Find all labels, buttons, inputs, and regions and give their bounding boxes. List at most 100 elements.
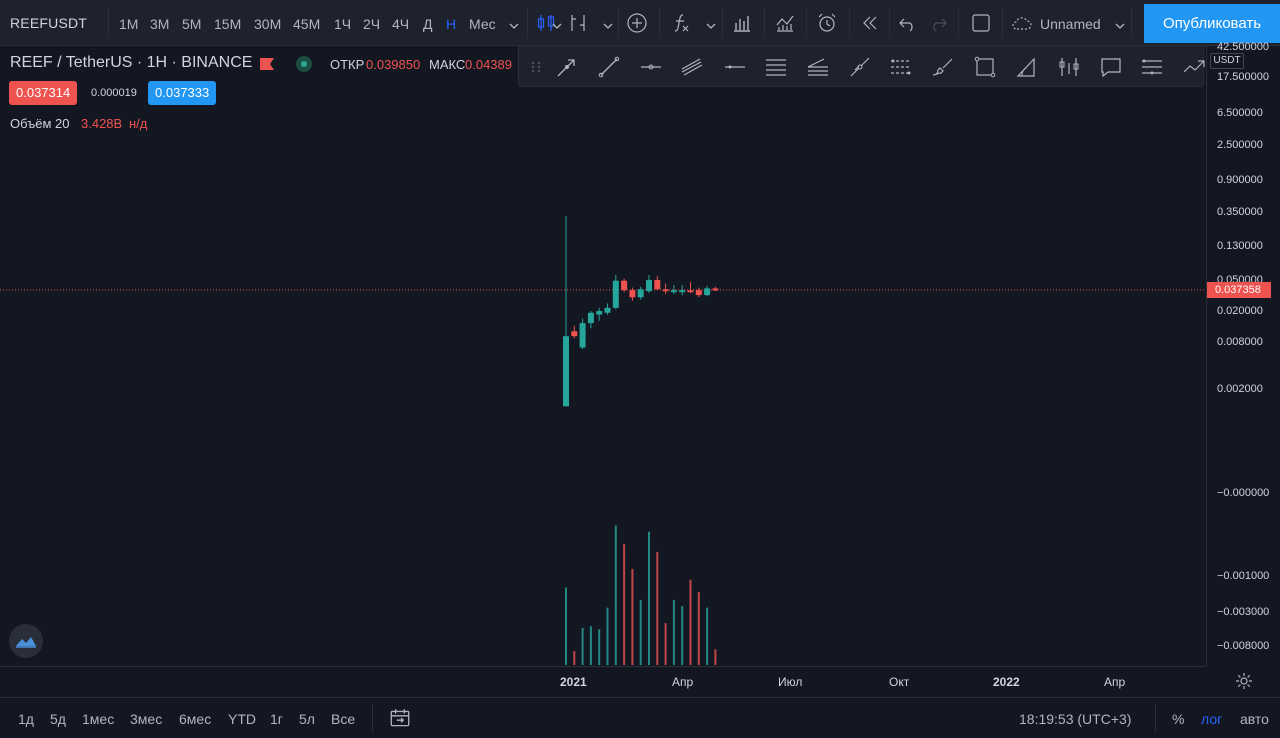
chevron-down-icon[interactable] xyxy=(509,18,519,29)
divider xyxy=(659,8,660,38)
time-tick: Окт xyxy=(889,675,910,689)
goto-date-icon[interactable] xyxy=(388,706,410,728)
volume-bar xyxy=(623,544,626,665)
divider xyxy=(618,8,619,38)
rectangle-icon[interactable] xyxy=(972,54,998,80)
candle-body xyxy=(579,323,586,348)
price-tick: 6.500000 xyxy=(1217,107,1263,119)
range-6m[interactable]: 6мес xyxy=(179,711,211,727)
elliott-wave-icon[interactable] xyxy=(1139,54,1165,80)
spread-value: 0.000019 xyxy=(91,87,137,99)
range-5d[interactable]: 5д xyxy=(50,711,66,727)
pitchfork-icon[interactable] xyxy=(847,54,873,80)
divider xyxy=(958,8,959,38)
range-1m[interactable]: 1мес xyxy=(82,711,114,727)
horizontal-ray-icon[interactable] xyxy=(638,54,664,80)
range-ytd[interactable]: YTD xyxy=(228,711,256,727)
alert-clock-icon[interactable] xyxy=(815,11,839,35)
clock-timezone[interactable]: 18:19:53 (UTC+3) xyxy=(1019,711,1131,727)
fib-retracement-icon[interactable] xyxy=(763,54,789,80)
parallel-channel-icon[interactable] xyxy=(679,54,705,80)
compare-icon[interactable] xyxy=(566,11,590,35)
range-1y[interactable]: 1г xyxy=(270,711,283,727)
triangle-pattern-icon[interactable] xyxy=(1014,54,1040,80)
trend-line-icon[interactable] xyxy=(596,54,622,80)
range-all[interactable]: Все xyxy=(331,711,355,727)
undo-icon[interactable] xyxy=(896,11,920,35)
sell-price-button[interactable]: 0.037314 xyxy=(9,81,78,105)
chart-pane[interactable] xyxy=(0,46,1206,666)
chevron-down-icon[interactable] xyxy=(552,18,562,29)
time-axis[interactable]: 2021 Апр Июл Окт 2022 Апр xyxy=(0,666,1206,696)
gear-icon[interactable] xyxy=(1234,671,1254,691)
candle-body xyxy=(571,331,578,337)
range-3m[interactable]: 3мес xyxy=(130,711,162,727)
interval-week[interactable]: Н xyxy=(446,16,456,32)
symbol-search[interactable]: REEFUSDT xyxy=(10,15,87,31)
currency-button[interactable]: USDT xyxy=(1210,53,1244,69)
chevron-down-icon[interactable] xyxy=(1115,18,1125,29)
volume-bar xyxy=(706,607,709,665)
market-status-icon[interactable] xyxy=(296,56,312,72)
long-position-icon[interactable] xyxy=(1056,54,1082,80)
auto-scale-toggle[interactable]: авто xyxy=(1240,711,1269,727)
price-chart[interactable] xyxy=(0,46,1206,666)
interval-day[interactable]: Д xyxy=(423,16,432,32)
divider xyxy=(108,8,109,38)
candle-body xyxy=(654,280,661,290)
candle-body xyxy=(563,336,569,407)
open-label: ОТКР xyxy=(330,57,365,72)
candle-body xyxy=(679,290,686,293)
forecast-icon[interactable] xyxy=(1181,54,1207,80)
volume-bar xyxy=(581,627,584,665)
drawing-toolbar xyxy=(518,45,1207,87)
interval-3m[interactable]: 3М xyxy=(150,16,169,32)
redo-icon[interactable] xyxy=(926,11,950,35)
drag-handle-icon[interactable] xyxy=(523,54,541,80)
interval-1h[interactable]: 1Ч xyxy=(334,16,351,32)
templates-icon[interactable] xyxy=(773,11,797,35)
open-value: 0.039850 xyxy=(366,57,421,72)
arrow-tool-icon[interactable] xyxy=(554,54,580,80)
brush-icon[interactable] xyxy=(930,54,956,80)
range-1d[interactable]: 1д xyxy=(18,711,34,727)
interval-15m[interactable]: 15М xyxy=(214,16,241,32)
financials-icon[interactable] xyxy=(730,11,754,35)
candle-body xyxy=(596,311,603,315)
log-scale-toggle[interactable]: лог xyxy=(1201,711,1222,727)
replay-icon[interactable] xyxy=(858,11,882,35)
price-tick: 17.500000 xyxy=(1217,71,1269,83)
interval-4h[interactable]: 4Ч xyxy=(392,16,409,32)
interval-1m[interactable]: 1М xyxy=(119,16,138,32)
fib-channel-icon[interactable] xyxy=(805,54,831,80)
tradingview-logo-icon[interactable] xyxy=(9,624,43,658)
price-tick: −0.003000 xyxy=(1217,606,1270,618)
indicators-icon[interactable] xyxy=(669,11,693,35)
layout-name[interactable]: Unnamed xyxy=(1040,16,1101,32)
last-price-label: 0.037358 xyxy=(1207,282,1271,298)
volume-bar xyxy=(614,525,617,665)
price-axis[interactable]: USDT 42.500000 17.500000 6.500000 2.5000… xyxy=(1206,41,1280,666)
volume-indicator-label[interactable]: Объём 20 xyxy=(10,116,70,131)
time-tick: 2021 xyxy=(560,675,587,689)
gann-box-icon[interactable] xyxy=(888,54,914,80)
interval-45m[interactable]: 45М xyxy=(293,16,320,32)
price-tick: −0.008000 xyxy=(1217,640,1270,652)
candle-body xyxy=(637,289,644,298)
fullscreen-icon[interactable] xyxy=(969,11,993,35)
percent-scale-toggle[interactable]: % xyxy=(1172,711,1184,727)
publish-button[interactable]: Опубликовать xyxy=(1144,4,1280,43)
interval-30m[interactable]: 30М xyxy=(254,16,281,32)
chevron-down-icon[interactable] xyxy=(706,18,716,29)
text-note-icon[interactable] xyxy=(1098,54,1124,80)
buy-price-button[interactable]: 0.037333 xyxy=(148,81,217,105)
horizontal-line-icon[interactable] xyxy=(722,54,748,80)
add-symbol-icon[interactable] xyxy=(625,11,649,35)
interval-month[interactable]: Мес xyxy=(469,16,496,32)
interval-2h[interactable]: 2Ч xyxy=(363,16,380,32)
range-5y[interactable]: 5л xyxy=(299,711,315,727)
interval-5m[interactable]: 5М xyxy=(182,16,201,32)
flag-icon[interactable] xyxy=(260,57,274,70)
volume-bar xyxy=(639,599,642,665)
chevron-down-icon[interactable] xyxy=(603,18,613,29)
